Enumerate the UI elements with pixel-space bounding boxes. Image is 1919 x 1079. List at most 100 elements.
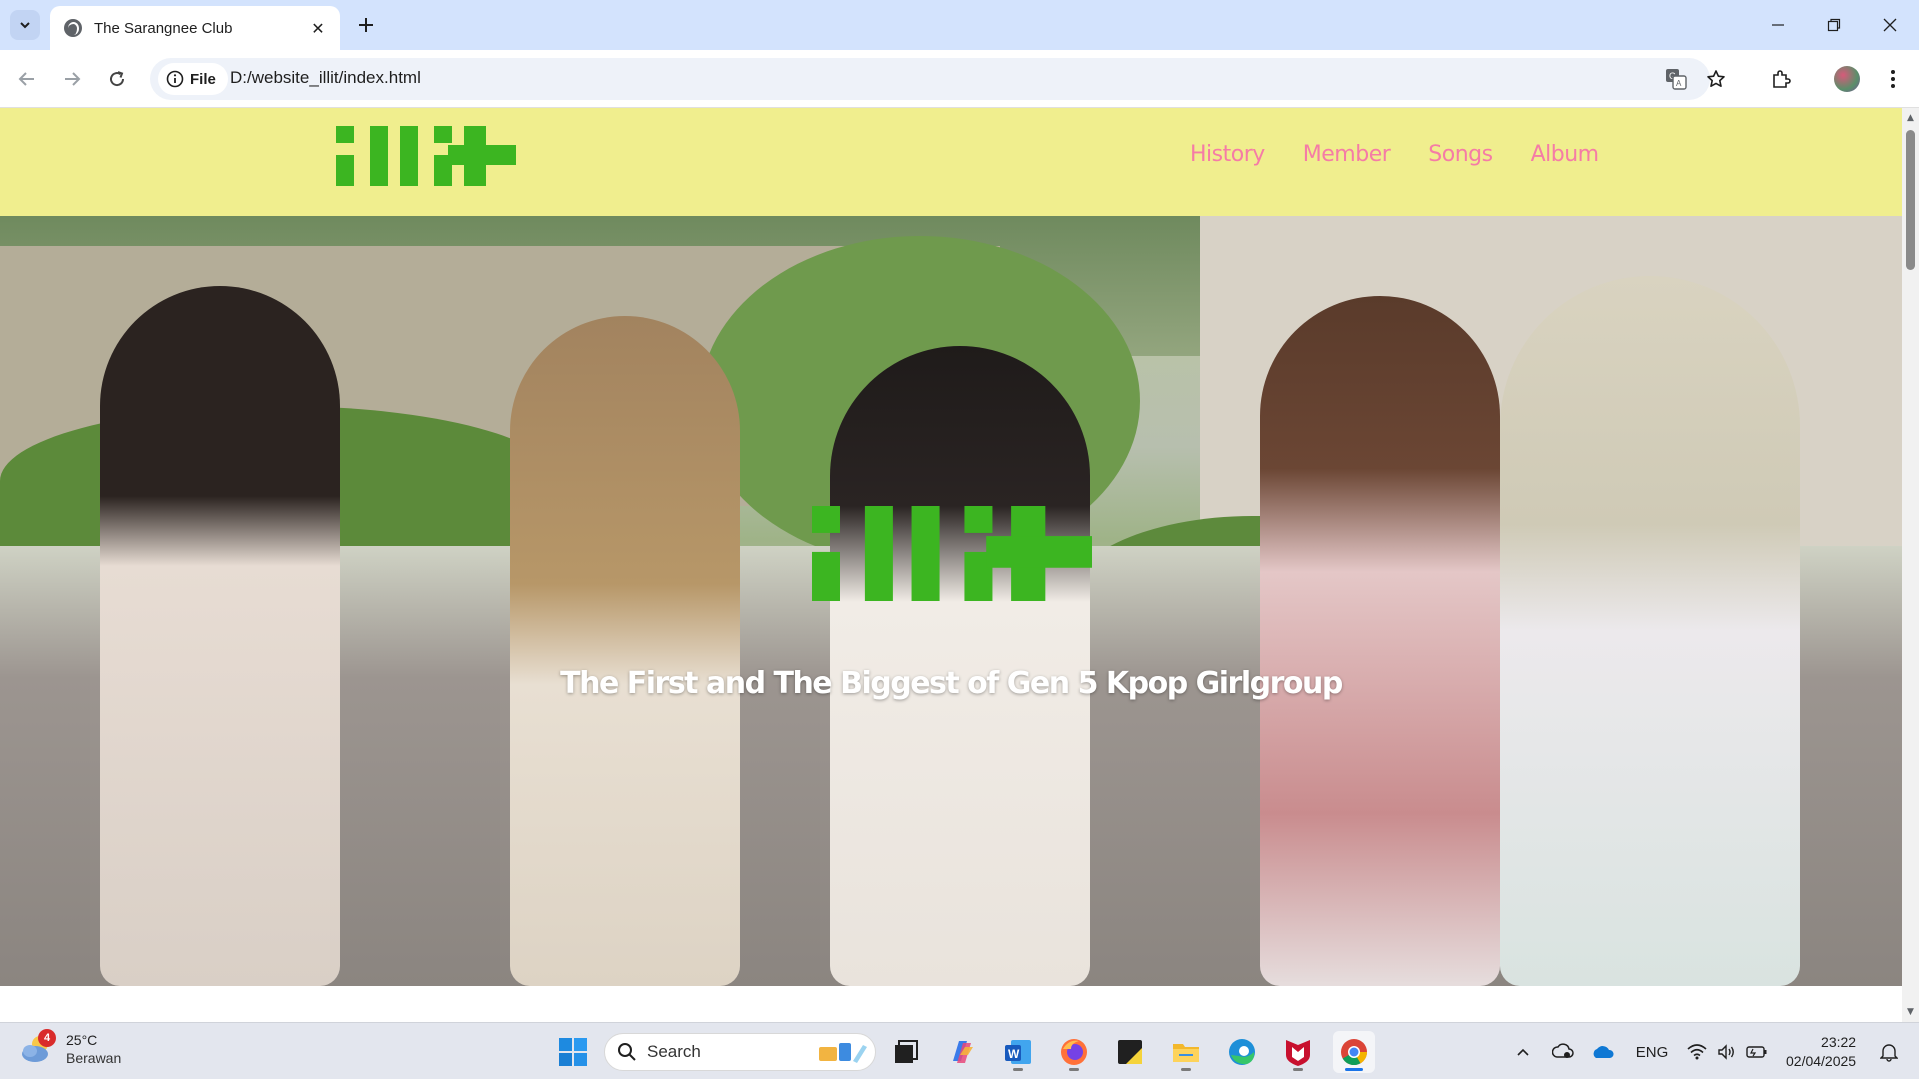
page-scrollbar[interactable]: ▲ ▼ — [1902, 108, 1919, 1022]
clock-time: 23:22 — [1821, 1034, 1857, 1050]
translate-icon[interactable]: GA — [1662, 65, 1690, 93]
arrow-left-icon — [18, 72, 34, 86]
taskbar-clock[interactable]: 23:22 02/04/2025 — [1786, 1033, 1856, 1071]
tab-search-button[interactable] — [10, 10, 40, 40]
scroll-down-icon[interactable]: ▼ — [1905, 1006, 1916, 1017]
illit-logo[interactable] — [336, 126, 516, 186]
taskbar-search[interactable]: Search — [604, 1033, 876, 1071]
taskbar-app-firefox[interactable] — [1053, 1031, 1095, 1073]
notification-button[interactable] — [1876, 1039, 1902, 1065]
extensions-button[interactable] — [1764, 62, 1798, 96]
weather-description: Berawan — [66, 1050, 122, 1066]
bookmark-star-icon[interactable] — [1702, 65, 1730, 93]
tray-overflow-button[interactable] — [1512, 1039, 1534, 1065]
task-view-icon — [895, 1040, 918, 1063]
start-button[interactable] — [552, 1031, 594, 1073]
cloud-sync-icon — [1552, 1043, 1574, 1058]
sticky-notes-icon — [1118, 1040, 1142, 1064]
url-text[interactable]: D:/website_illit/index.html — [230, 68, 421, 88]
hero-illit-logo — [812, 506, 1092, 601]
tray-volume[interactable] — [1714, 1039, 1740, 1065]
close-icon — [1883, 18, 1897, 32]
chevron-up-icon — [1517, 1048, 1529, 1056]
hero-photo — [0, 216, 1902, 986]
hero-section: The First and The Biggest of Gen 5 Kpop … — [0, 216, 1902, 986]
tray-language[interactable]: ENG — [1634, 1039, 1670, 1065]
bell-icon — [1880, 1044, 1898, 1062]
taskbar-app-edge[interactable] — [1221, 1031, 1263, 1073]
taskbar-app-task-view[interactable] — [885, 1031, 927, 1073]
copilot-icon — [953, 1041, 973, 1063]
minimize-button[interactable] — [1750, 0, 1806, 50]
browser-tabstrip: The Sarangnee Club ✕ — [0, 0, 1919, 50]
reload-icon — [110, 71, 125, 87]
tray-wifi[interactable] — [1684, 1039, 1710, 1065]
svg-text:A: A — [1676, 79, 1682, 88]
chevron-down-icon — [20, 22, 30, 29]
taskbar-app-mcafee[interactable] — [1277, 1031, 1319, 1073]
taskbar-app-file-explorer[interactable] — [1165, 1031, 1207, 1073]
kebab-menu-icon — [1891, 70, 1895, 88]
site-chip-label: File — [190, 70, 216, 88]
search-highlight-icon — [819, 1043, 867, 1063]
windows-icon — [559, 1038, 587, 1066]
nav-link-history[interactable]: History — [1190, 142, 1265, 167]
wifi-icon — [1687, 1044, 1707, 1060]
reload-button[interactable] — [100, 62, 134, 96]
taskbar-app-chrome[interactable] — [1333, 1031, 1375, 1073]
taskbar-app-sticky-notes[interactable] — [1109, 1031, 1151, 1073]
forward-button[interactable] — [55, 62, 89, 96]
info-icon — [166, 70, 184, 88]
svg-text:W: W — [1008, 1047, 1020, 1061]
globe-icon — [64, 19, 82, 37]
minimize-icon — [1772, 24, 1784, 26]
restore-icon — [1827, 18, 1841, 32]
restore-button[interactable] — [1806, 0, 1862, 50]
nav-link-member[interactable]: Member — [1303, 142, 1391, 167]
taskbar-app-word[interactable]: W — [997, 1031, 1039, 1073]
arrow-right-icon — [65, 72, 81, 86]
chrome-icon — [1341, 1039, 1368, 1066]
nav-link-songs[interactable]: Songs — [1428, 142, 1493, 167]
back-button[interactable] — [10, 62, 44, 96]
site-nav: History Member Songs Album — [1190, 142, 1599, 167]
weather-temperature: 25°C — [66, 1032, 98, 1048]
folder-icon — [1173, 1044, 1199, 1062]
weather-widget[interactable]: 4 25°C Berawan — [20, 1029, 122, 1067]
taskbar-app-copilot[interactable] — [941, 1031, 983, 1073]
nav-link-album[interactable]: Album — [1531, 142, 1600, 167]
close-tab-icon[interactable]: ✕ — [306, 16, 330, 40]
battery-icon — [1746, 1046, 1767, 1058]
address-bar[interactable]: File D:/website_illit/index.html GA — [150, 58, 1725, 100]
edge-icon — [1229, 1039, 1255, 1065]
speaker-icon — [1718, 1044, 1734, 1060]
tray-onedrive[interactable] — [1590, 1039, 1616, 1065]
scroll-up-icon[interactable]: ▲ — [1905, 112, 1916, 123]
tab-title: The Sarangnee Club — [94, 19, 233, 37]
taskbar: 4 25°C Berawan Search W ENG 23:22 02/04/… — [0, 1022, 1919, 1079]
clock-date: 02/04/2025 — [1786, 1053, 1857, 1069]
new-tab-button[interactable] — [352, 11, 380, 39]
word-icon: W — [1005, 1040, 1031, 1064]
firefox-icon — [1061, 1039, 1087, 1065]
menu-button[interactable] — [1876, 62, 1910, 96]
browser-toolbar: File D:/website_illit/index.html GA — [0, 50, 1919, 108]
tray-battery[interactable] — [1744, 1039, 1770, 1065]
hero-tagline: The First and The Biggest of Gen 5 Kpop … — [560, 666, 1343, 701]
onedrive-icon — [1593, 1046, 1614, 1058]
scroll-thumb[interactable] — [1906, 130, 1915, 270]
weather-alert-badge: 4 — [38, 1029, 56, 1047]
tray-network-drive[interactable] — [1550, 1039, 1576, 1065]
site-info-chip[interactable]: File — [158, 63, 228, 95]
page-viewport: History Member Songs Album The First and… — [0, 108, 1902, 1022]
profile-button[interactable] — [1830, 62, 1864, 96]
browser-tab-active[interactable]: The Sarangnee Club ✕ — [50, 6, 340, 50]
site-header: History Member Songs Album — [0, 108, 1902, 216]
puzzle-icon — [1773, 70, 1791, 88]
mcafee-shield-icon — [1286, 1040, 1310, 1066]
search-icon — [618, 1043, 636, 1061]
plus-icon — [359, 18, 373, 32]
close-window-button[interactable] — [1862, 0, 1918, 50]
avatar — [1834, 66, 1860, 92]
taskbar-search-label: Search — [647, 1042, 701, 1061]
